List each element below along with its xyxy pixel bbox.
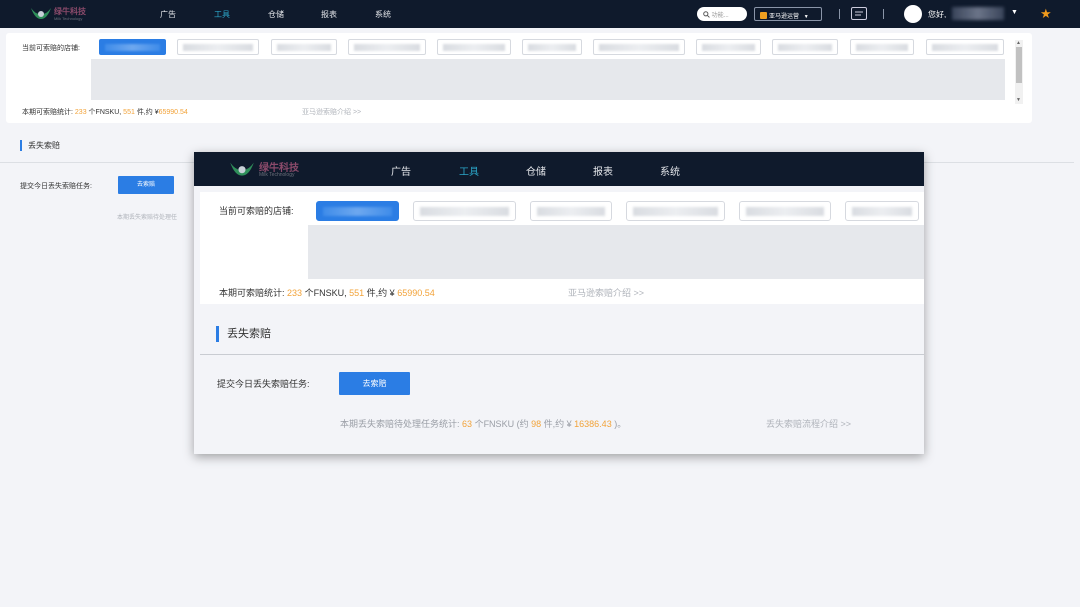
site-select-dropdown[interactable]: 亚马逊运营 ▼ bbox=[754, 7, 822, 21]
username-redacted bbox=[952, 7, 1004, 20]
avatar[interactable] bbox=[904, 5, 922, 23]
nav-warehouse[interactable]: 仓储 bbox=[526, 163, 546, 178]
search-icon bbox=[703, 11, 710, 18]
zoomed-navigation-bar: 绿牛科技 Milk Technology 广告 工具 仓储 报表 系统 bbox=[194, 152, 924, 186]
nav-warehouse[interactable]: 仓储 bbox=[268, 9, 284, 20]
store-list-area bbox=[308, 225, 924, 279]
store-chip[interactable] bbox=[413, 201, 516, 221]
item-count: 551 bbox=[349, 288, 365, 298]
search-input[interactable]: 功能... bbox=[697, 7, 747, 21]
pending-label: 本期丢失索赔待处理任务统计: bbox=[340, 419, 460, 429]
store-chip[interactable] bbox=[530, 201, 612, 221]
section-title-lost-claims: 丢失索赔 bbox=[216, 326, 271, 342]
store-chip[interactable] bbox=[271, 39, 337, 55]
company-logo[interactable]: 绿牛科技 Milk Technology bbox=[30, 4, 110, 24]
claim-button[interactable]: 去索赔 bbox=[118, 176, 174, 194]
lost-claim-flow-link[interactable]: 丢失索赔流程介绍 >> bbox=[766, 417, 851, 430]
sku-unit: 个FNSKU, bbox=[304, 288, 347, 298]
pending-amount: 16386.43 bbox=[574, 419, 612, 429]
amazon-icon bbox=[760, 12, 767, 19]
logo-subtitle: Milk Technology bbox=[54, 16, 83, 21]
pending-item-count: 98 bbox=[531, 419, 542, 429]
item-unit: 件,约 ¥ bbox=[366, 288, 395, 298]
amazon-claim-intro-link[interactable]: 亚马逊索赔介绍 >> bbox=[568, 286, 644, 299]
section-divider bbox=[200, 354, 924, 355]
top-navigation-bar: 绿牛科技 Milk Technology 广告 工具 仓储 报表 系统 功能..… bbox=[0, 0, 1080, 28]
stores-label: 当前可索赔的店铺: bbox=[219, 206, 294, 216]
store-list-area bbox=[91, 59, 1005, 100]
nav-reports[interactable]: 报表 bbox=[593, 163, 613, 178]
task-label: 提交今日丢失索赔任务: bbox=[20, 183, 92, 190]
star-icon[interactable]: ★ bbox=[1040, 6, 1052, 22]
stores-label: 当前可索赔的店铺: bbox=[22, 45, 80, 52]
store-chip[interactable] bbox=[522, 39, 582, 55]
nav-system[interactable]: 系统 bbox=[660, 163, 680, 178]
amazon-claim-intro-link[interactable]: 亚马逊索赔介绍 >> bbox=[302, 107, 361, 117]
greeting-text: 您好, bbox=[928, 10, 947, 19]
stats-label: 本期可索赔统计: bbox=[22, 109, 73, 116]
item-unit: 件,约 ¥ bbox=[136, 109, 159, 116]
nav-ads[interactable]: 广告 bbox=[391, 163, 411, 178]
zoomed-store-panel: 当前可索赔的店铺: 本期可索赔统计: 233 个FNSKU, 551 件,约 ¥… bbox=[200, 192, 924, 304]
pending-sku-unit: 个FNSKU (约 bbox=[474, 419, 529, 429]
store-panel: 当前可索赔的店铺: ▲ ▼ 本期可索赔统计: 233 个FNSKU, 551 件… bbox=[6, 33, 1032, 123]
sku-unit: 个FNSKU, bbox=[88, 109, 122, 116]
stats-label: 本期可索赔统计: bbox=[219, 288, 285, 298]
nav-tools[interactable]: 工具 bbox=[459, 163, 479, 178]
pending-stats: 本期丢失索赔待处理任务统计: 63 个FNSKU (约 98 件,约 ¥ 163… bbox=[340, 417, 626, 430]
pending-stats-faded: 本期丢失索赔待处理任 bbox=[117, 215, 178, 221]
stores-stats: 本期可索赔统计: 233 个FNSKU, 551 件,约 ¥65990.54 bbox=[22, 107, 188, 117]
store-chip[interactable] bbox=[850, 39, 914, 55]
store-chip[interactable] bbox=[772, 39, 838, 55]
store-chip-selected[interactable] bbox=[316, 201, 399, 221]
site-select-value: 亚马逊运营 bbox=[769, 14, 800, 20]
sku-count: 233 bbox=[74, 109, 87, 116]
scroll-up-icon[interactable]: ▲ bbox=[1016, 40, 1021, 46]
amount: 65990.54 bbox=[158, 109, 188, 116]
store-chip[interactable] bbox=[593, 39, 685, 55]
store-chip[interactable] bbox=[177, 39, 259, 55]
store-chip-selected[interactable] bbox=[99, 39, 166, 55]
store-chip[interactable] bbox=[845, 201, 919, 221]
scroll-down-icon[interactable]: ▼ bbox=[1016, 97, 1021, 103]
search-placeholder: 功能... bbox=[711, 13, 729, 19]
item-count: 551 bbox=[123, 109, 135, 116]
zoomed-preview-card: 绿牛科技 Milk Technology 广告 工具 仓储 报表 系统 当前可索… bbox=[194, 152, 924, 454]
chevron-down-icon[interactable]: ▼ bbox=[1011, 9, 1018, 16]
amount: 65990.54 bbox=[397, 288, 435, 298]
store-chip[interactable] bbox=[626, 201, 725, 221]
task-label: 提交今日丢失索赔任务: bbox=[217, 379, 310, 389]
ox-logo-icon bbox=[31, 8, 51, 19]
nav-ads[interactable]: 广告 bbox=[160, 9, 176, 20]
store-chip[interactable] bbox=[348, 39, 426, 55]
pending-suffix: )。 bbox=[614, 419, 627, 429]
chevron-down-icon: ▼ bbox=[803, 14, 809, 20]
stores-stats: 本期可索赔统计: 233 个FNSKU, 551 件,约 ¥ 65990.54 bbox=[219, 286, 435, 299]
pending-sku-count: 63 bbox=[462, 419, 473, 429]
store-chip[interactable] bbox=[437, 39, 511, 55]
ox-logo-icon bbox=[230, 162, 254, 176]
scrollbar-thumb[interactable] bbox=[1016, 47, 1022, 83]
divider bbox=[839, 9, 840, 19]
nav-tools[interactable]: 工具 bbox=[214, 9, 230, 20]
message-icon[interactable] bbox=[851, 7, 867, 20]
divider bbox=[883, 9, 884, 19]
store-chip[interactable] bbox=[739, 201, 831, 221]
nav-system[interactable]: 系统 bbox=[375, 9, 391, 20]
claim-button[interactable]: 去索赔 bbox=[339, 372, 410, 395]
section-title-lost-claims: 丢失索赔 bbox=[20, 140, 60, 151]
store-chip[interactable] bbox=[696, 39, 761, 55]
logo-subtitle: Milk Technology bbox=[259, 172, 295, 178]
sku-count: 233 bbox=[287, 288, 303, 298]
store-chip[interactable] bbox=[926, 39, 1004, 55]
nav-reports[interactable]: 报表 bbox=[321, 9, 337, 20]
pending-item-unit: 件,约 ¥ bbox=[543, 419, 572, 429]
